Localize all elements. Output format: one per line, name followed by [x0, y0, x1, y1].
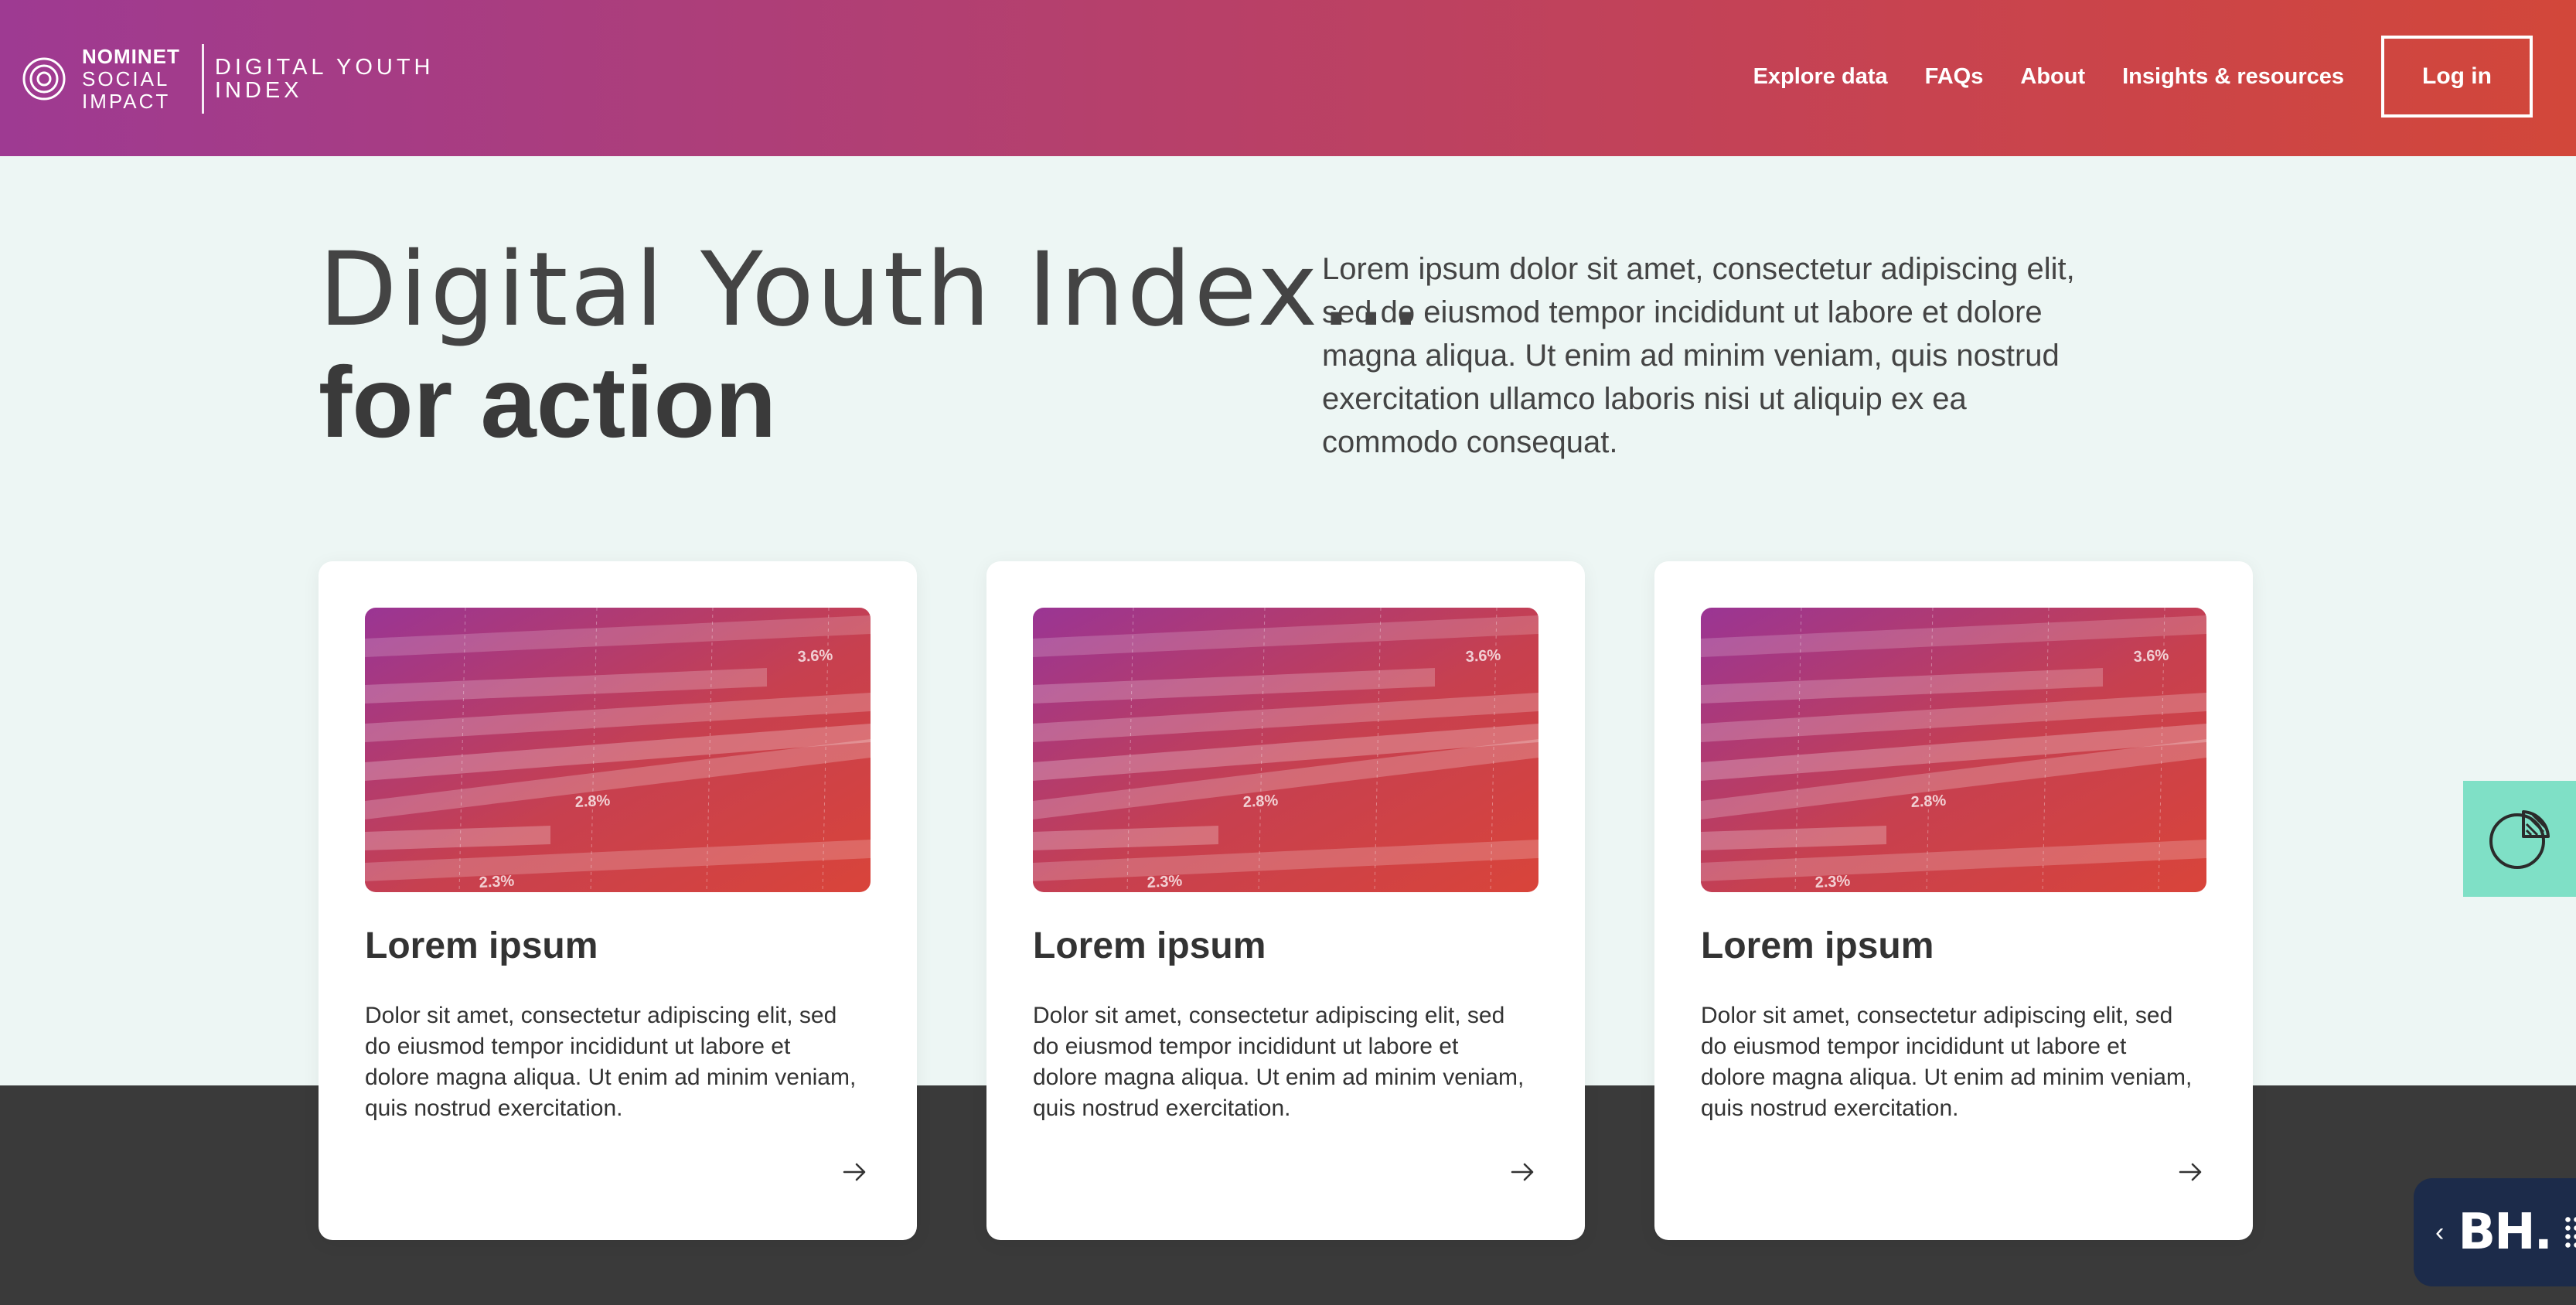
card-title: Lorem ipsum — [1701, 925, 1934, 966]
nav-insights-resources[interactable]: Insights & resources — [2122, 64, 2344, 90]
card-image-label: 2.8% — [574, 792, 611, 811]
card-image-graphic: 3.6% 2.8% 2.3% — [365, 608, 871, 892]
card-image-label: 3.6% — [1465, 647, 1501, 666]
card-image-label: 2.3% — [479, 873, 515, 891]
card-image-graphic: 3.6% 2.8% 2.3% — [1033, 608, 1538, 892]
card-image: 3.6% 2.8% 2.3% — [1701, 608, 2206, 892]
logo-subtitle: DIGITAL YOUTH INDEX — [215, 56, 434, 102]
card-image: 3.6% 2.8% 2.3% — [1033, 608, 1538, 892]
card-image: 3.6% 2.8% 2.3% — [365, 608, 871, 892]
card-image-label: 2.3% — [1147, 873, 1183, 891]
card-text: Dolor sit amet, consectetur adipiscing e… — [365, 1003, 857, 1121]
card-image-label: 2.8% — [1242, 792, 1279, 811]
card-image-label: 3.6% — [797, 647, 833, 666]
card-image-label: 2.3% — [1814, 873, 1851, 891]
nav-about[interactable]: About — [2020, 64, 2085, 90]
logo-sub-line-1: DIGITAL YOUTH — [214, 55, 434, 80]
card-text: Dolor sit amet, consectetur adipiscing e… — [1033, 1003, 1525, 1121]
logo-mark-icon — [22, 57, 66, 101]
login-button[interactable]: Log in — [2381, 36, 2533, 118]
card-image-label: 2.8% — [1910, 792, 1947, 811]
logo-wordmark: NOMINET SOCIAL IMPACT — [82, 44, 180, 113]
hero-title-bold: for action — [319, 346, 777, 458]
logo-line-2: SOCIAL — [82, 66, 170, 90]
drag-handle-icon[interactable] — [2563, 1215, 2576, 1249]
main-nav: Explore data FAQs About Insights & resou… — [1753, 36, 2533, 118]
chart-widget-button[interactable] — [2463, 781, 2576, 897]
card-2[interactable]: 3.6% 2.8% 2.3% Lorem ipsum Dolor sit amet,… — [986, 561, 1585, 1240]
arrow-right-icon[interactable] — [2176, 1157, 2206, 1187]
arrow-right-icon[interactable] — [840, 1157, 871, 1187]
card-title: Lorem ipsum — [365, 925, 598, 966]
bh-logo: BH. — [2458, 1204, 2553, 1261]
site-logo[interactable]: NOMINET SOCIAL IMPACT DIGITAL YOUTH INDE… — [22, 40, 434, 118]
card-text: Dolor sit amet, consectetur adipiscing e… — [1701, 1003, 2193, 1121]
card-title: Lorem ipsum — [1033, 925, 1266, 966]
pie-chart-icon — [2489, 810, 2550, 869]
hero-title-light: Digital Youth Index... — [319, 230, 1425, 349]
site-header: NOMINET SOCIAL IMPACT DIGITAL YOUTH INDE… — [0, 0, 2576, 156]
nav-explore-data[interactable]: Explore data — [1753, 64, 1888, 90]
hero-heading: Digital Youth Index... for action — [319, 232, 1424, 456]
logo-line-1: NOMINET — [82, 44, 180, 68]
chevron-left-icon[interactable]: ‹ — [2435, 1218, 2444, 1248]
arrow-right-icon[interactable] — [1508, 1157, 1538, 1187]
bh-widget[interactable]: ‹ BH. — [2414, 1178, 2576, 1286]
card-image-graphic: 3.6% 2.8% 2.3% — [1701, 608, 2206, 892]
nav-faqs[interactable]: FAQs — [1925, 64, 1984, 90]
hero-description: Lorem ipsum dolor sit amet, consectetur … — [1322, 252, 2075, 459]
logo-line-3: IMPACT — [82, 89, 171, 113]
card-1[interactable]: 3.6% 2.8% 2.3% Lorem ipsum Dolor sit amet,… — [319, 561, 917, 1240]
card-image-label: 3.6% — [2133, 647, 2169, 666]
logo-sub-line-2: INDEX — [214, 78, 303, 103]
card-3[interactable]: 3.6% 2.8% 2.3% Lorem ipsum Dolor sit amet,… — [1654, 561, 2253, 1240]
logo-divider — [201, 44, 204, 114]
